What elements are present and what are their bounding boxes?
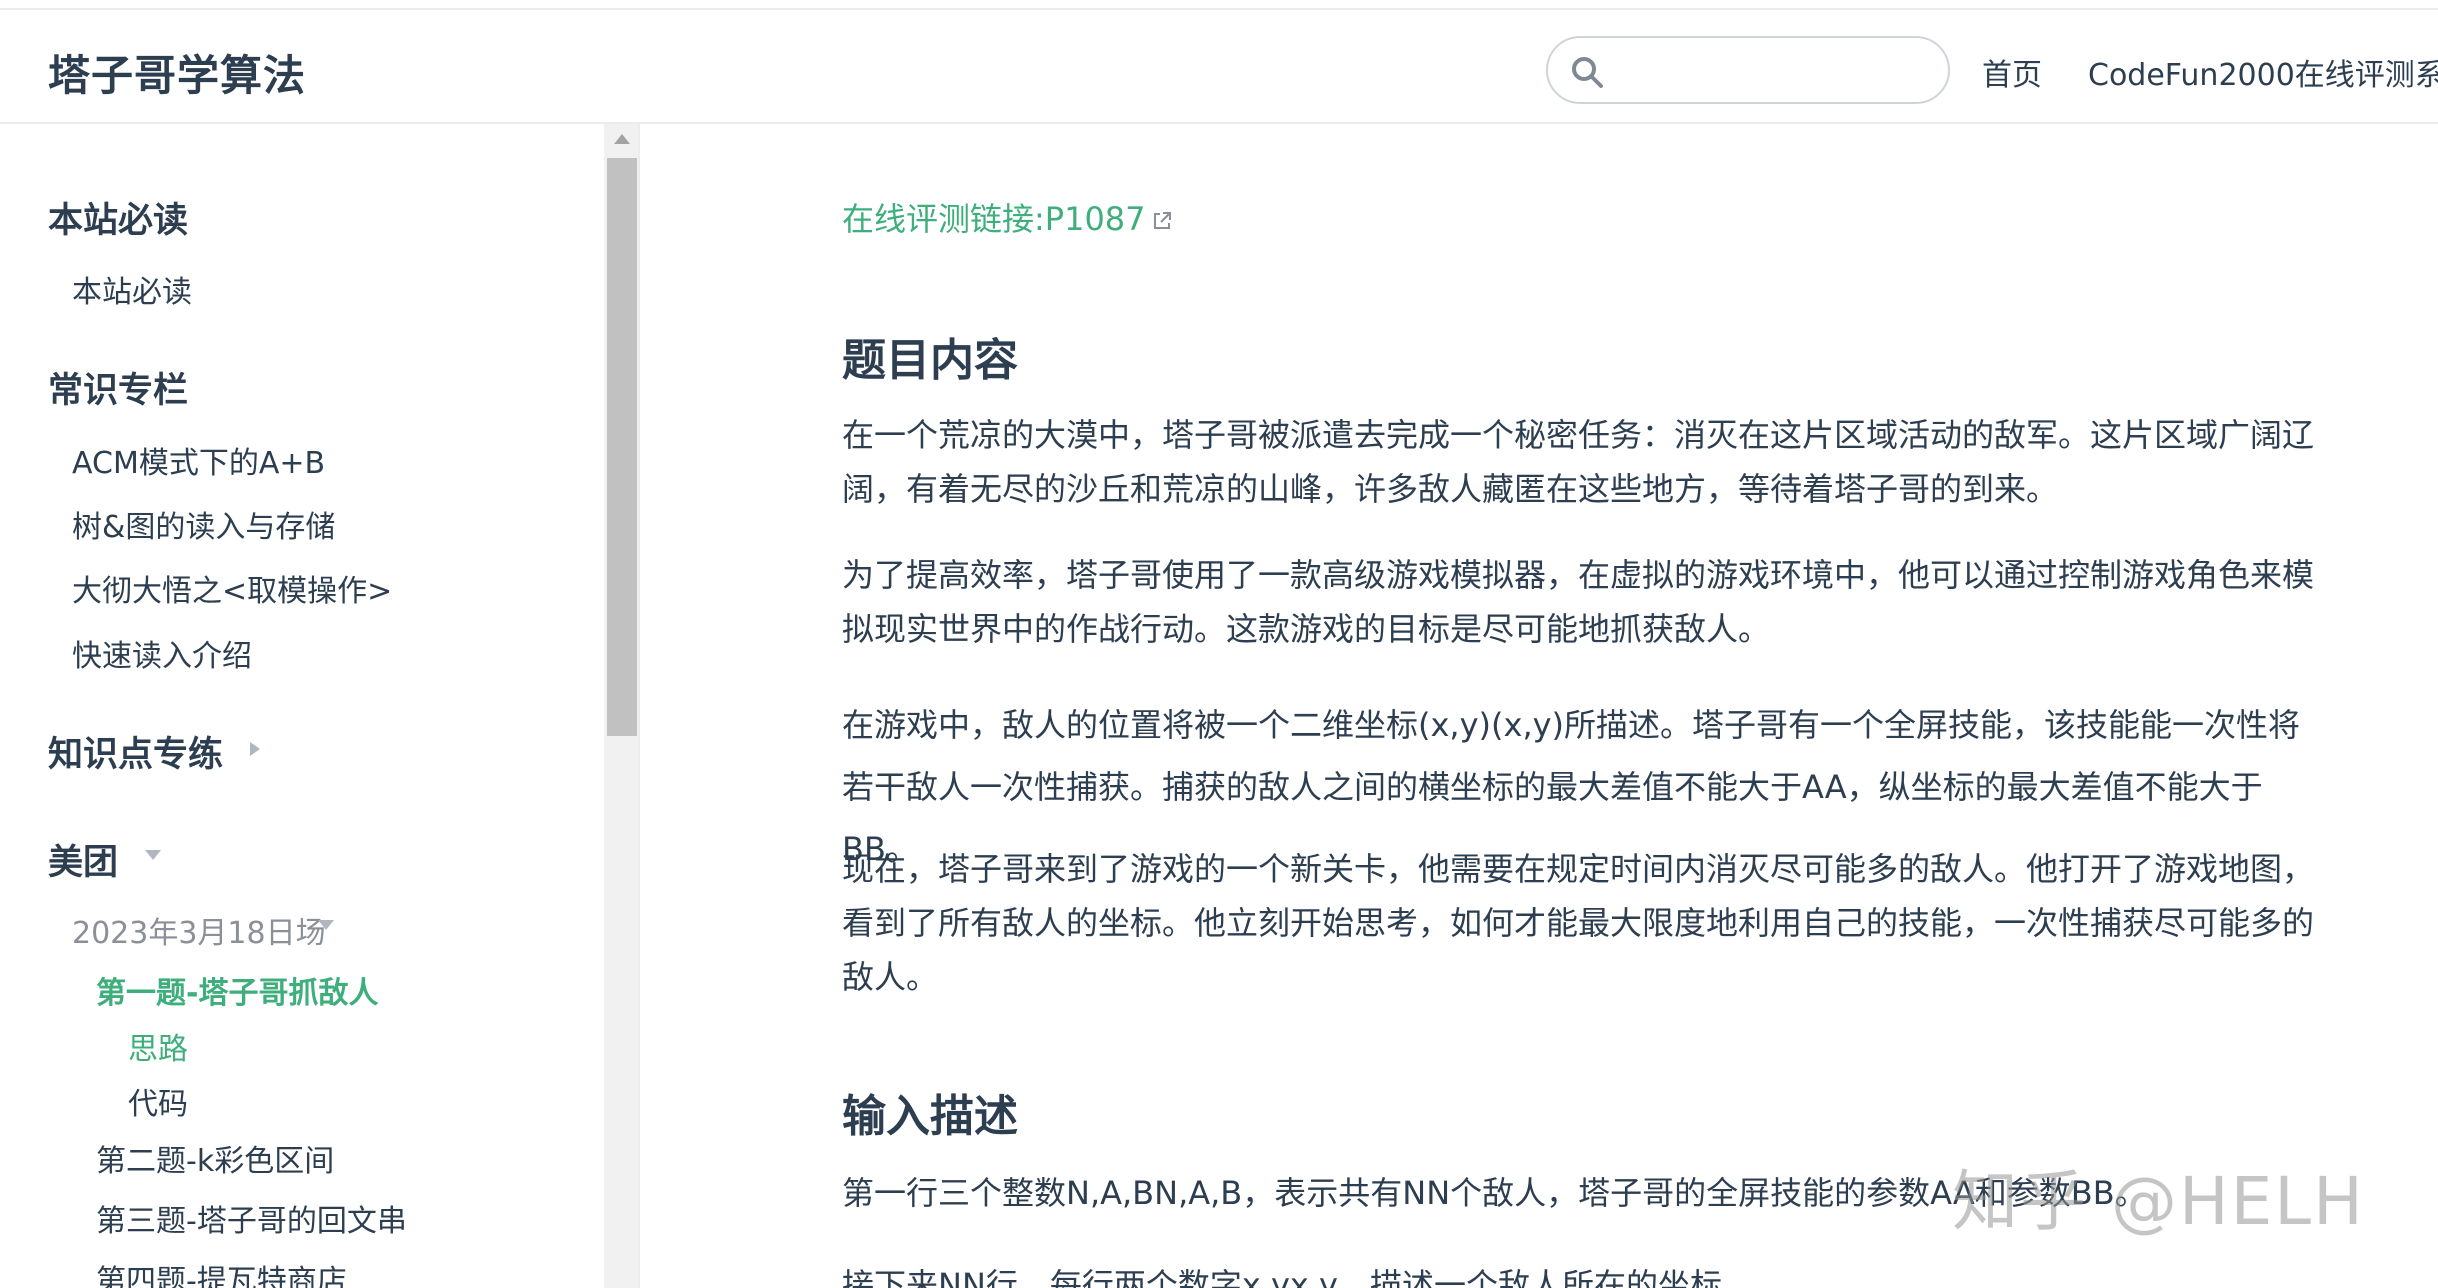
sidebar-item-problem-4[interactable]: 第四题-提瓦特商店 xyxy=(96,1256,347,1288)
paragraph-2: 为了提高效率，塔子哥使用了一款高级游戏模拟器，在虚拟的游戏环境中，他可以通过控制… xyxy=(842,556,2315,648)
search-icon xyxy=(1572,57,1603,88)
sidebar-item-modulo[interactable]: 大彻大悟之<取模操作> xyxy=(72,566,392,610)
sidebar-item-must-read[interactable]: 本站必读 xyxy=(72,267,192,311)
oj-link[interactable]: 在线评测链接:P1087 xyxy=(842,194,1172,240)
sidebar-item-fast-read[interactable]: 快速读入介绍 xyxy=(72,631,252,675)
navbar: 塔子哥学算法 首页 CodeFun2000在线评测系统 xyxy=(0,12,2438,124)
scroll-thumb[interactable] xyxy=(607,158,637,736)
section-title-input: 输入描述 xyxy=(842,1091,1018,1142)
sidebar-group-common-knowledge[interactable]: 常识专栏 xyxy=(48,362,188,413)
input-line-2: 接下来NN行，每行两个数字x,yx,y，描述一个敌人所在的坐标。 xyxy=(842,1266,1754,1288)
sidebar-item-problem-2[interactable]: 第二题-k彩色区间 xyxy=(96,1136,334,1180)
search-box[interactable] xyxy=(1546,36,1950,104)
sidebar-group-must-read[interactable]: 本站必读 xyxy=(48,192,188,243)
sidebar-item-code[interactable]: 代码 xyxy=(128,1079,188,1123)
sidebar-item-problem-3[interactable]: 第三题-塔子哥的回文串 xyxy=(96,1196,407,1240)
section-title-problem: 题目内容 xyxy=(842,335,1018,386)
external-link-icon xyxy=(1153,212,1171,229)
sidebar-item-acm-a-plus-b[interactable]: ACM模式下的A+B xyxy=(72,438,325,482)
scroll-up-arrow-icon[interactable] xyxy=(614,134,630,144)
sidebar-item-thoughts[interactable]: 思路 xyxy=(128,1024,188,1068)
site-title[interactable]: 塔子哥学算法 xyxy=(48,42,306,103)
watermark: 知乎 @HELH xyxy=(1952,1163,2365,1240)
sidebar: 本站必读 本站必读 常识专栏 ACM模式下的A+B 树&图的读入与存储 大彻大悟… xyxy=(0,124,640,1288)
chevron-right-icon xyxy=(250,742,260,756)
oj-link-text[interactable]: 在线评测链接:P1087 xyxy=(842,200,1146,238)
sidebar-item-problem-1[interactable]: 第一题-塔子哥抓敌人 xyxy=(96,968,378,1012)
sidebar-item-tree-graph-io[interactable]: 树&图的读入与存储 xyxy=(72,502,335,546)
nav-link-codefun[interactable]: CodeFun2000在线评测系统 xyxy=(2088,50,2438,94)
paragraph-1: 在一个荒凉的大漠中，塔子哥被派遣去完成一个秘密任务：消灭在这片区域活动的敌军。这… xyxy=(842,416,2315,508)
chevron-down-icon xyxy=(318,920,334,930)
sidebar-scrollbar[interactable] xyxy=(604,124,638,1288)
window-top-strip xyxy=(0,0,2438,10)
nav-link-home[interactable]: 首页 xyxy=(1982,50,2042,94)
sidebar-group-knowledge-practice[interactable]: 知识点专练 xyxy=(48,726,223,777)
sidebar-item-session[interactable]: 2023年3月18日场 xyxy=(72,908,326,952)
paragraph-4: 现在，塔子哥来到了游戏的一个新关卡，他需要在规定时间内消灭尽可能多的敌人。他打开… xyxy=(842,850,2315,996)
chevron-down-icon xyxy=(145,850,161,860)
sidebar-group-meituan[interactable]: 美团 xyxy=(48,834,118,885)
search-input[interactable] xyxy=(1616,46,1936,94)
